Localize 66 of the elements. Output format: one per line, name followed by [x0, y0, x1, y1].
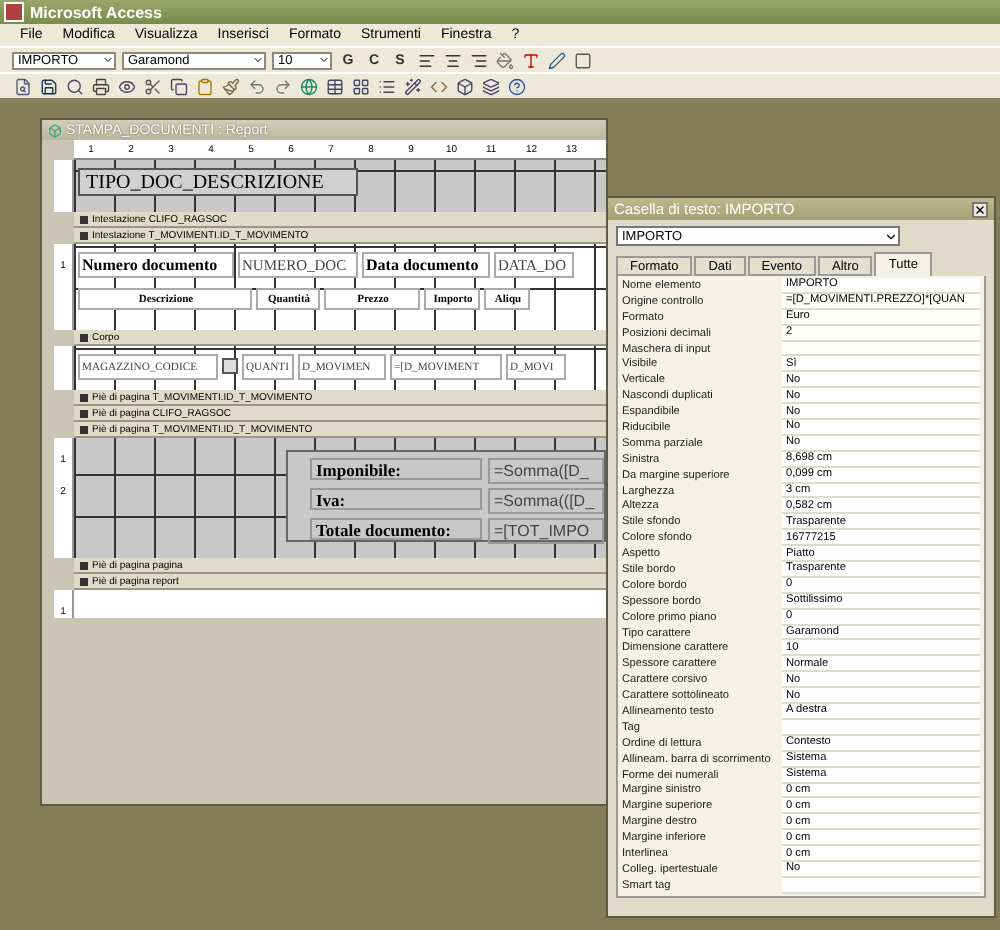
clipboard-icon: [195, 77, 213, 95]
toolbar-button[interactable]: [90, 76, 110, 96]
layers-icon: [481, 77, 499, 95]
vertical-ruler: [54, 160, 74, 212]
align-center-icon: [443, 51, 461, 69]
paint-bucket-icon: [495, 51, 513, 69]
toolbar-button[interactable]: [324, 76, 344, 96]
text-box-control[interactable]: =Somma([D_: [488, 458, 604, 484]
align-left-icon: [417, 51, 435, 69]
globe-icon: [299, 77, 317, 95]
dropdown-icon: [252, 54, 264, 66]
label-control[interactable]: Numero documento: [78, 252, 234, 278]
wand-icon: [403, 77, 421, 95]
toolbar-button[interactable]: [38, 76, 58, 96]
window-title: Microsoft Access: [30, 3, 162, 21]
toolbar-button[interactable]: [116, 76, 136, 96]
undo-icon: [247, 77, 265, 95]
list-icon: [377, 77, 395, 95]
copy-icon: [169, 77, 187, 95]
toolbar-button[interactable]: [546, 50, 566, 70]
toolbar-button[interactable]: [64, 76, 84, 96]
scissors-icon: [143, 77, 161, 95]
toolbar-button[interactable]: [142, 76, 162, 96]
pen-icon: [547, 51, 565, 69]
align-right-icon: [469, 51, 487, 69]
table-icon: [325, 77, 343, 95]
section-icon: [80, 333, 88, 341]
toolbar-button[interactable]: [572, 50, 592, 70]
toolbar-button[interactable]: [480, 76, 500, 96]
paintbrush-icon: [221, 77, 239, 95]
toolbar-button[interactable]: [468, 50, 488, 70]
label-control[interactable]: Iva:: [310, 488, 482, 510]
search-icon: [65, 77, 83, 95]
report-title-control[interactable]: TIPO_DOC_DESCRIZIONE: [78, 168, 358, 196]
report-icon: [48, 123, 62, 137]
eye-icon: [117, 77, 135, 95]
label-control[interactable]: Imponibile:: [310, 458, 482, 480]
text-box-control[interactable]: =Somma(([D_: [488, 488, 604, 514]
save-icon: [39, 77, 57, 95]
toolbar-button[interactable]: [506, 76, 526, 96]
close-button[interactable]: [972, 201, 988, 217]
preview-icon: [13, 77, 31, 95]
toolbar-button[interactable]: [454, 76, 474, 96]
printer-icon: [91, 77, 109, 95]
toolbar-button[interactable]: [12, 76, 32, 96]
help-icon: [507, 77, 525, 95]
border-icon: [573, 51, 591, 69]
close-icon: [974, 203, 986, 215]
redo-icon: [273, 77, 291, 95]
toolbar-button[interactable]: [442, 50, 462, 70]
toolbar-button[interactable]: [220, 76, 240, 96]
toolbar-button[interactable]: [402, 76, 422, 96]
label-control[interactable]: Totale documento:: [310, 518, 482, 540]
grid-icon: [351, 77, 369, 95]
box-icon: [455, 77, 473, 95]
label-control[interactable]: Data documento: [362, 252, 490, 278]
toolbar-button[interactable]: [168, 76, 188, 96]
font-color-icon: [521, 51, 539, 69]
toolbar-button[interactable]: [350, 76, 370, 96]
dropdown-icon: [884, 229, 898, 243]
toolbar-button[interactable]: [416, 50, 436, 70]
code-icon: [429, 77, 447, 95]
app-icon: [4, 2, 24, 22]
dropdown-icon: [318, 54, 330, 66]
text-box-control[interactable]: =[TOT_IMPO: [488, 518, 604, 544]
dropdown-icon: [102, 54, 114, 66]
